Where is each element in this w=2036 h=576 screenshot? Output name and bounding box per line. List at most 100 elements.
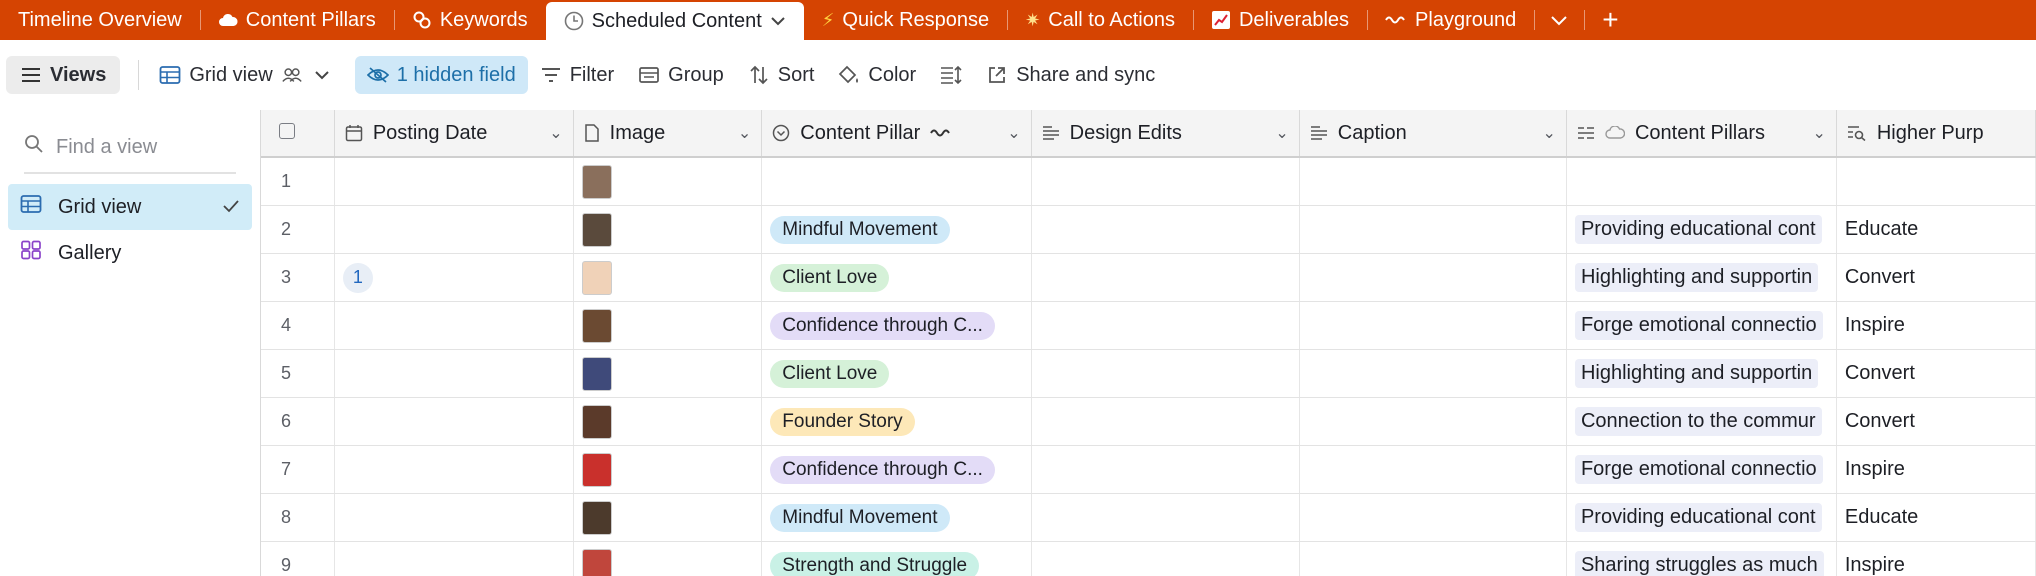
linked-record-chip[interactable]: Connection to the commur [1574, 407, 1822, 436]
image-thumbnail[interactable] [581, 500, 612, 535]
posting-date-cell[interactable] [334, 205, 574, 254]
content-pillars-cell[interactable]: Highlighting and supportin [1566, 253, 1837, 302]
content-pillar-cell[interactable]: Confidence through C... [761, 445, 1032, 494]
higher-purpose-cell[interactable]: Educate [1836, 493, 2036, 542]
design-edits-cell[interactable] [1031, 541, 1300, 576]
image-thumbnail[interactable] [581, 404, 612, 439]
image-thumbnail[interactable] [581, 260, 612, 295]
posting-date-cell[interactable] [334, 349, 574, 398]
add-table-button[interactable]: + [1584, 0, 1636, 40]
share-and-sync-button[interactable]: Share and sync [974, 56, 1167, 94]
linked-record-chip[interactable]: Highlighting and supportin [1574, 359, 1819, 388]
image-cell[interactable] [573, 253, 763, 302]
image-cell[interactable] [573, 301, 763, 350]
tab-timeline-overview[interactable]: Timeline Overview [0, 0, 200, 40]
table-row[interactable]: 6 Founder Story Connection to the commur Co… [261, 397, 2036, 446]
chevron-down-icon[interactable]: ⌄ [1275, 123, 1288, 143]
tab-scheduled-content[interactable]: Scheduled Content [545, 2, 804, 40]
design-edits-cell[interactable] [1031, 493, 1300, 542]
tab-playground[interactable]: Playground [1367, 0, 1534, 40]
table-row[interactable]: 8 Mindful Movement Providing educational c… [261, 493, 2036, 542]
design-edits-cell[interactable] [1031, 253, 1300, 302]
design-edits-cell[interactable] [1031, 397, 1300, 446]
content-pillars-cell[interactable]: Connection to the commur [1566, 397, 1837, 446]
hide-fields-button[interactable]: 1 hidden field [354, 56, 528, 94]
linked-record-chip[interactable]: Sharing struggles as much [1574, 551, 1824, 576]
design-edits-cell[interactable] [1031, 157, 1300, 206]
color-button[interactable]: Color [826, 56, 928, 94]
higher-purpose-cell[interactable]: Convert [1836, 253, 2036, 302]
image-cell[interactable] [573, 541, 763, 576]
content-pillar-cell[interactable]: Mindful Movement [761, 205, 1032, 254]
column-header-caption[interactable]: Caption ⌄ [1299, 110, 1567, 158]
chevron-down-icon[interactable] [770, 15, 786, 27]
posting-date-cell[interactable]: 1 [334, 253, 574, 302]
tab-deliverables[interactable]: Deliverables [1192, 0, 1367, 40]
caption-cell[interactable] [1299, 157, 1567, 206]
posting-date-cell[interactable] [334, 445, 574, 494]
table-row[interactable]: 5 Client Love Highlighting and supportin Co… [261, 349, 2036, 398]
views-button[interactable]: Views [6, 56, 121, 94]
image-cell[interactable] [573, 397, 763, 446]
group-button[interactable]: Group [626, 56, 736, 94]
chevron-down-icon[interactable]: ⌄ [1007, 123, 1020, 143]
linked-record-chip[interactable]: Highlighting and supportin [1574, 263, 1819, 292]
posting-date-cell[interactable] [334, 397, 574, 446]
higher-purpose-cell[interactable] [1836, 157, 2036, 206]
image-thumbnail[interactable] [581, 452, 612, 487]
posting-date-cell[interactable] [334, 301, 574, 350]
design-edits-cell[interactable] [1031, 301, 1300, 350]
image-thumbnail[interactable] [581, 548, 612, 576]
sort-button[interactable]: Sort [736, 56, 827, 94]
caption-cell[interactable] [1299, 397, 1567, 446]
select-all-cell[interactable] [261, 110, 335, 158]
higher-purpose-cell[interactable]: Educate [1836, 205, 2036, 254]
view-switcher[interactable]: Grid view [147, 56, 344, 94]
column-header-content-pillar[interactable]: Content Pillar ⌄ [761, 110, 1032, 158]
content-pillars-cell[interactable]: Providing educational cont [1566, 205, 1837, 254]
table-row[interactable]: 2 Mindful Movement Providing educational c… [261, 205, 2036, 254]
column-header-content-pillars[interactable]: Content Pillars ⌄ [1566, 110, 1837, 158]
design-edits-cell[interactable] [1031, 349, 1300, 398]
image-thumbnail[interactable] [581, 164, 612, 199]
linked-record-chip[interactable]: Forge emotional connectio [1574, 311, 1823, 340]
comment-count-badge[interactable]: 1 [342, 262, 373, 293]
table-row[interactable]: 4 Confidence through C... Forge emotional … [261, 301, 2036, 350]
linked-record-chip[interactable]: Providing educational cont [1574, 503, 1822, 532]
column-header-image[interactable]: Image ⌄ [573, 110, 763, 158]
caption-cell[interactable] [1299, 301, 1567, 350]
select-all-checkbox[interactable] [279, 122, 295, 139]
image-cell[interactable] [573, 349, 763, 398]
design-edits-cell[interactable] [1031, 445, 1300, 494]
linked-record-chip[interactable]: Providing educational cont [1574, 215, 1822, 244]
tab-call-to-actions[interactable]: ✷ Call to Actions [1007, 0, 1193, 40]
content-pillars-cell[interactable]: Providing educational cont [1566, 493, 1837, 542]
image-thumbnail[interactable] [581, 356, 612, 391]
caption-cell[interactable] [1299, 445, 1567, 494]
higher-purpose-cell[interactable]: Convert [1836, 397, 2036, 446]
content-pillar-cell[interactable]: Mindful Movement [761, 493, 1032, 542]
content-pillar-cell[interactable]: Confidence through C... [761, 301, 1032, 350]
content-pillar-cell[interactable]: Founder Story [761, 397, 1032, 446]
linked-record-chip[interactable]: Forge emotional connectio [1574, 455, 1823, 484]
content-pillars-cell[interactable] [1566, 157, 1837, 206]
design-edits-cell[interactable] [1031, 205, 1300, 254]
higher-purpose-cell[interactable]: Convert [1836, 349, 2036, 398]
content-pillars-cell[interactable]: Forge emotional connectio [1566, 301, 1837, 350]
tab-keywords[interactable]: Keywords [393, 0, 546, 40]
higher-purpose-cell[interactable]: Inspire [1836, 445, 2036, 494]
image-cell[interactable] [573, 157, 763, 206]
posting-date-cell[interactable] [334, 493, 574, 542]
table-row[interactable]: 1 [261, 157, 2036, 206]
content-pillars-cell[interactable]: Highlighting and supportin [1566, 349, 1837, 398]
caption-cell[interactable] [1299, 541, 1567, 576]
content-pillar-cell[interactable] [761, 157, 1032, 206]
column-header-posting-date[interactable]: Posting Date ⌄ [334, 110, 574, 158]
caption-cell[interactable] [1299, 349, 1567, 398]
sidebar-view-gallery[interactable]: Gallery [8, 230, 252, 276]
content-pillars-cell[interactable]: Forge emotional connectio [1566, 445, 1837, 494]
row-height-button[interactable] [928, 56, 974, 94]
filter-button[interactable]: Filter [528, 56, 626, 94]
chevron-down-icon[interactable]: ⌄ [738, 123, 751, 143]
content-pillars-cell[interactable]: Sharing struggles as much [1566, 541, 1837, 576]
